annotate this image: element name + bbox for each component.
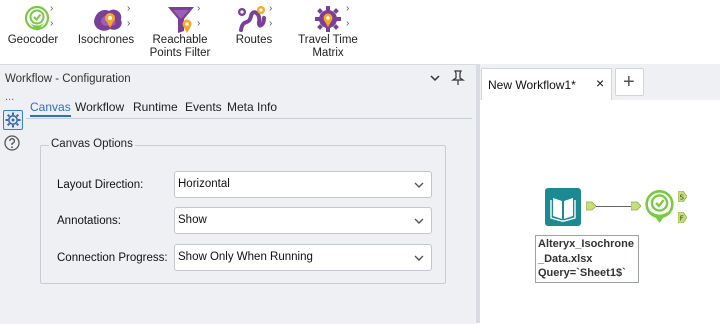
- tool-label: Isochrones: [77, 34, 135, 46]
- annotation-line: Query=`Sheet1$`: [538, 267, 626, 279]
- panel-title: Workflow - Configuration: [5, 73, 131, 85]
- layout-direction-select[interactable]: Horizontal: [174, 171, 432, 198]
- tool-label: Reachable Points Filter: [149, 34, 211, 59]
- connection-progress-label: Connection Progress:: [57, 252, 168, 264]
- help-icon[interactable]: [3, 134, 21, 152]
- tool-label: Travel Time Matrix: [298, 34, 358, 59]
- workflow-tab-title: New Workflow1*: [488, 78, 576, 92]
- anchor-f-label: F: [680, 215, 684, 223]
- tab-divider: [26, 118, 472, 119]
- chevron-down-icon: [414, 255, 424, 261]
- close-icon[interactable]: ×: [596, 75, 604, 91]
- isochrones-icon: [94, 9, 122, 31]
- input-data-tool-icon[interactable]: [545, 188, 581, 226]
- workflow-canvas[interactable]: New Workflow1* × + S F Alteryx_Isochrone…: [480, 64, 720, 323]
- pin-icon[interactable]: [451, 70, 465, 86]
- reachable-points-filter-icon: [168, 7, 194, 33]
- tab-canvas[interactable]: Canvas: [30, 100, 71, 117]
- geocoder-pin-icon: [24, 5, 50, 31]
- anchor-s-label: S: [680, 194, 685, 202]
- group-title: Canvas Options: [49, 138, 135, 150]
- expand-chevron-icon: ›: [346, 3, 350, 14]
- canvas-options-content: Canvas Options Layout Direction: Horizon…: [26, 120, 472, 320]
- connection-line[interactable]: [596, 206, 633, 207]
- output-anchor-icon[interactable]: [586, 201, 596, 211]
- layout-direction-label: Layout Direction:: [57, 179, 144, 191]
- select-value: Horizontal: [178, 178, 230, 190]
- routes-icon: [238, 6, 266, 32]
- success-output-anchor-icon[interactable]: S: [678, 191, 687, 202]
- chevron-down-icon: [414, 218, 424, 224]
- expand-chevron-icon: ›: [346, 18, 350, 29]
- fail-output-anchor-icon[interactable]: F: [678, 212, 687, 223]
- select-value: Show: [178, 214, 207, 226]
- expand-chevron-icon: ›: [197, 3, 201, 14]
- tool-label: Geocoder: [7, 34, 59, 46]
- tool-routes[interactable]: › › Routes: [224, 0, 284, 64]
- tool-ribbon: › › Geocoder › › Isochrones › › Reachabl…: [0, 0, 720, 64]
- annotation-line: Alteryx_Isochrone: [538, 238, 634, 250]
- geocoder-tool-icon[interactable]: [642, 189, 677, 224]
- annotations-select[interactable]: Show: [174, 207, 432, 234]
- expand-chevron-icon: ›: [197, 18, 201, 29]
- tab-workflow[interactable]: Workflow: [75, 100, 124, 114]
- new-tab-button[interactable]: +: [615, 68, 644, 96]
- tool-geocoder[interactable]: › › Geocoder: [2, 0, 64, 64]
- panel-header: Workflow - Configuration: [0, 65, 476, 95]
- tool-reachable-points-filter[interactable]: › › Reachable Points Filter: [148, 0, 212, 64]
- overflow-dots[interactable]: ...: [5, 91, 14, 103]
- canvas-options-group: Canvas Options Layout Direction: Horizon…: [40, 138, 446, 284]
- tool-travel-time-matrix[interactable]: › › Travel Time Matrix: [296, 0, 360, 64]
- annotation-line: _Data.xlsx: [538, 252, 593, 265]
- expand-chevron-icon: ›: [127, 3, 131, 14]
- expand-chevron-icon: ›: [50, 18, 54, 29]
- document-tab-bar: New Workflow1* × +: [480, 64, 720, 100]
- gear-icon[interactable]: [3, 110, 23, 130]
- expand-chevron-icon: ›: [127, 18, 131, 29]
- select-value: Show Only When Running: [178, 251, 313, 263]
- connection-progress-select[interactable]: Show Only When Running: [174, 244, 432, 271]
- expand-chevron-icon: ›: [50, 3, 54, 14]
- expand-chevron-icon: ›: [269, 18, 273, 29]
- annotations-label: Annotations:: [57, 215, 121, 227]
- travel-time-matrix-icon: [315, 6, 341, 32]
- plus-icon: +: [623, 71, 635, 93]
- input-tool-annotation[interactable]: Alteryx_Isochrone _Data.xlsx Query=`Shee…: [535, 235, 639, 283]
- chevron-down-icon: [414, 182, 424, 188]
- tab-runtime[interactable]: Runtime: [133, 100, 178, 114]
- expand-chevron-icon: ›: [269, 3, 273, 14]
- tab-meta-info[interactable]: Meta Info: [227, 100, 277, 114]
- tool-isochrones[interactable]: › › Isochrones: [75, 0, 137, 64]
- workflow-tab[interactable]: New Workflow1* ×: [481, 68, 612, 100]
- tab-events[interactable]: Events: [185, 100, 222, 114]
- configuration-panel: Workflow - Configuration ... Canvas Work…: [0, 64, 476, 324]
- input-anchor-icon[interactable]: [631, 201, 641, 211]
- chevron-down-icon[interactable]: [428, 71, 442, 85]
- tool-label: Routes: [235, 34, 273, 46]
